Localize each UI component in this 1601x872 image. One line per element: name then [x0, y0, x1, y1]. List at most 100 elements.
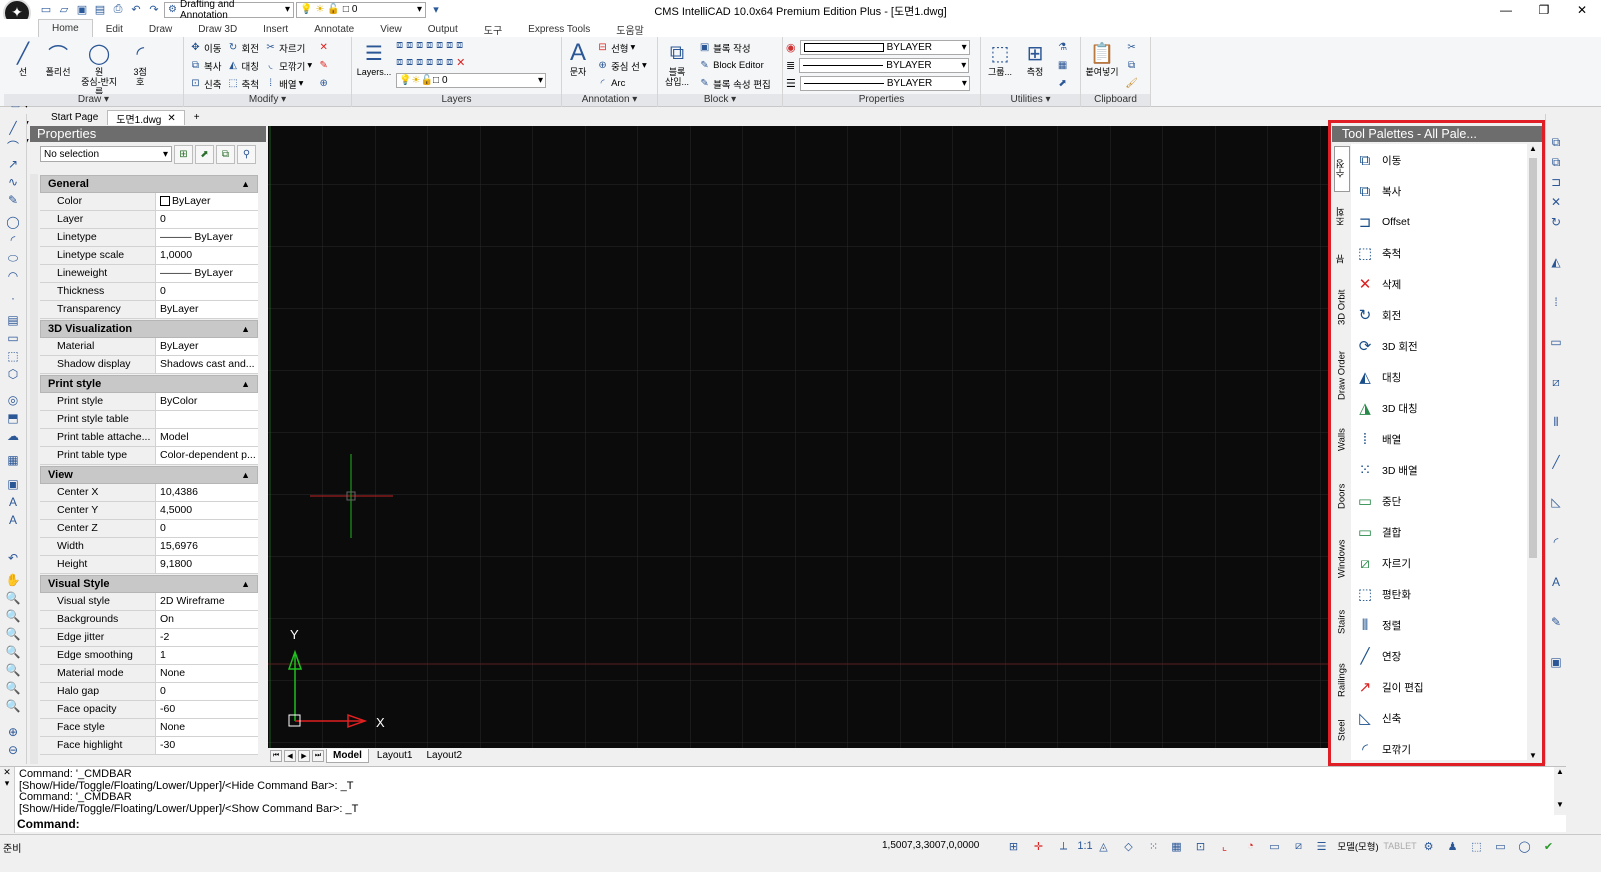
property-value[interactable]: 1	[156, 647, 258, 664]
property-value[interactable]: 10,4386	[156, 484, 258, 501]
polyline-icon[interactable]: ⌒	[5, 138, 21, 154]
workspace-select[interactable]: ⚙ Drafting and Annotation ▾	[164, 0, 294, 21]
property-row[interactable]: Height 9,1800	[40, 556, 258, 574]
property-value[interactable]: 1,0000	[156, 247, 258, 264]
palette-item-join[interactable]: ▭ 결합	[1353, 519, 1401, 545]
group-button[interactable]: ⬚ 그룹...	[984, 39, 1016, 78]
palette-tab-doors[interactable]: Doors	[1334, 468, 1350, 524]
filter-button[interactable]: ⚲	[237, 144, 256, 164]
revcloud-icon[interactable]: ☁	[5, 428, 21, 444]
text-icon[interactable]: A	[5, 512, 21, 528]
menu-icon[interactable]: ☰	[1313, 838, 1330, 854]
layers-button[interactable]: ☰ Layers...	[355, 39, 393, 78]
property-value[interactable]: Shadows cast and...	[156, 356, 258, 373]
palette-tab-draw-order[interactable]: Draw Order	[1334, 338, 1350, 412]
section-general[interactable]: General ▲	[40, 175, 258, 193]
doc-tab-drawing1[interactable]: 도면1.dwg ✕	[107, 110, 185, 126]
modify-tool-icon[interactable]: ⧉	[1548, 134, 1564, 150]
property-row[interactable]: Linetype scale 1,0000	[40, 247, 258, 265]
zoom-realtime-icon[interactable]: 🔍	[5, 590, 21, 606]
layer-on-icon[interactable]: ⧈	[396, 56, 403, 73]
property-value[interactable]: ByLayer	[156, 338, 258, 355]
modify-tool-icon[interactable]: ⊐	[1548, 174, 1564, 190]
property-value[interactable]: None	[156, 719, 258, 736]
property-row[interactable]: Shadow display Shadows cast and...	[40, 356, 258, 374]
maximize-button[interactable]: ❐	[1525, 0, 1563, 19]
layer-state-icon[interactable]: ⧈	[396, 39, 403, 56]
zoom-previous-icon[interactable]: 🔍	[5, 626, 21, 642]
property-value[interactable]: On	[156, 611, 258, 628]
palette-tab-view[interactable]: 뷰	[1334, 242, 1350, 276]
palette-item-array[interactable]: ⁞ 배열	[1353, 426, 1401, 452]
property-value[interactable]: 9,1800	[156, 556, 258, 573]
trim-button[interactable]: ✂ 자르기	[264, 39, 312, 56]
palette-item-align[interactable]: ⫴ 정렬	[1353, 612, 1401, 638]
command-scrollbar[interactable]: ▲ ▼	[1554, 767, 1566, 815]
tab-layout1[interactable]: Layout1	[371, 749, 419, 763]
layer-match-icon[interactable]: ⧈	[406, 39, 413, 56]
stretch-icon[interactable]: ◺	[1548, 494, 1564, 510]
polar-icon[interactable]: ◬	[1095, 838, 1112, 854]
tab-output[interactable]: Output	[415, 21, 471, 37]
selection-cycling-icon[interactable]: ⧄	[1290, 838, 1307, 854]
tab-draw[interactable]: Draw	[136, 21, 185, 37]
property-value[interactable]: 0	[156, 683, 258, 700]
close-icon[interactable]: ✕	[0, 767, 14, 778]
property-row[interactable]: Print style ByColor	[40, 393, 258, 411]
ellipse-arc-icon[interactable]: ◠	[5, 268, 21, 284]
zoom-extents-icon[interactable]: 🔍	[5, 698, 21, 714]
text-edit-icon[interactable]: A	[1548, 574, 1564, 590]
rectangle-icon[interactable]: ▭	[5, 330, 21, 346]
property-row[interactable]: Print table type Color-dependent p...	[40, 447, 258, 465]
palette-item-lengthen[interactable]: ↗ 길이 편집	[1353, 674, 1424, 700]
copy-button[interactable]: ⧉ 복사	[189, 57, 222, 74]
palette-item-3d-mirror[interactable]: ◮ 3D 대칭	[1353, 395, 1417, 421]
doc-tab-start-page[interactable]: Start Page	[30, 110, 107, 125]
palette-tab-walls[interactable]: Walls	[1334, 414, 1350, 466]
property-value[interactable]: 2D Wireframe	[156, 593, 258, 610]
palette-item-break[interactable]: ▭ 중단	[1353, 488, 1401, 514]
property-row[interactable]: Transparency ByLayer	[40, 301, 258, 319]
palette-item-3d-rotate[interactable]: ⟳ 3D 회전	[1353, 333, 1418, 359]
command-bar-handle[interactable]: ✕ ▾	[0, 767, 15, 833]
circle-icon[interactable]: ◯	[5, 214, 21, 230]
property-row[interactable]: Color ByLayer	[40, 193, 258, 211]
zoom-out-icon[interactable]: ⊖	[5, 742, 21, 758]
property-value[interactable]: Color-dependent p...	[156, 447, 258, 464]
measure-button[interactable]: ⊞ 측정	[1019, 39, 1051, 78]
boundary-icon[interactable]: ⬒	[5, 410, 21, 426]
fillet-icon[interactable]: ◜	[1548, 534, 1564, 550]
palette-tab-windows[interactable]: Windows	[1334, 526, 1350, 592]
properties-title[interactable]: Properties	[30, 126, 266, 142]
utilities-group-label[interactable]: Utilities ▾	[981, 94, 1080, 106]
fillet-button[interactable]: ◟ 모깎기 ▾	[264, 57, 312, 74]
stretch-button[interactable]: ⊡ 신축	[189, 75, 221, 92]
model-space-toggle[interactable]: 모델(모형)	[1336, 838, 1380, 854]
erase-icon[interactable]: ✕	[1548, 194, 1564, 210]
layer-unlock-icon[interactable]: ⧈	[436, 39, 443, 56]
centerline-button[interactable]: ⊕ 중심 선 ▾	[596, 57, 646, 74]
tablet-toggle[interactable]: TABLET	[1383, 838, 1416, 854]
undo-icon[interactable]: ↶	[128, 2, 144, 18]
palette-item-flatten[interactable]: ⬚ 평탄화	[1353, 581, 1411, 607]
zoom-dynamic-icon[interactable]: 🔍	[5, 644, 21, 660]
align-icon[interactable]: ⫴	[1548, 414, 1564, 430]
properties-scrollbar[interactable]	[30, 174, 38, 764]
property-row[interactable]: Edge smoothing 1	[40, 647, 258, 665]
property-row[interactable]: Linetype ——— ByLayer	[40, 229, 258, 247]
palette-tab-steel[interactable]: Steel	[1334, 710, 1350, 750]
first-tab-button[interactable]: ⏮	[270, 750, 282, 762]
ray-icon[interactable]: ↗	[5, 156, 21, 172]
property-value-color[interactable]: ByLayer	[156, 193, 258, 210]
quick-select-button[interactable]: ⧉	[216, 144, 235, 164]
linetype-select[interactable]: BYLAYER ▾	[799, 58, 970, 73]
next-tab-button[interactable]: ▶	[298, 750, 310, 762]
palette-item-scale[interactable]: ⬚ 축척	[1353, 240, 1401, 266]
prev-tab-button[interactable]: ◀	[284, 750, 296, 762]
palette-item-3d-array[interactable]: ⁙ 3D 배열	[1353, 457, 1418, 483]
brush-icon[interactable]: ✎	[1548, 614, 1564, 630]
block-editor-button[interactable]: ✎ Block Editor	[698, 57, 771, 74]
command-input[interactable]: Command:	[17, 817, 80, 831]
snap-icon[interactable]: ⊞	[1005, 838, 1022, 854]
line-icon[interactable]: ╱	[5, 120, 21, 136]
